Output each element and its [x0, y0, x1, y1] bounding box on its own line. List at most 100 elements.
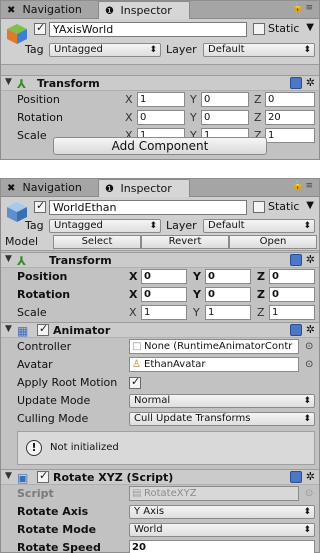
layer-label: Layer	[166, 43, 197, 56]
position-x-field[interactable]: 0	[141, 269, 187, 284]
tag-dropdown[interactable]: Untagged ⬍	[49, 43, 161, 57]
gameobject-name-field[interactable]: WorldEthan	[49, 200, 247, 215]
component-menu[interactable]: ✲	[289, 76, 315, 89]
rotation-x-field[interactable]: 0	[137, 110, 185, 125]
model-open-button[interactable]: Open	[229, 235, 317, 249]
tab-inspector[interactable]: ❶ Inspector	[98, 1, 190, 19]
rotate-speed-field[interactable]: 20	[129, 540, 315, 553]
script-row-axis: Rotate Axis Y Axis ⬍	[1, 503, 319, 521]
static-dropdown-icon[interactable]: ▼	[306, 200, 314, 211]
scale-z-field[interactable]: 1	[265, 128, 315, 143]
transform-row-rotation: Rotation X 0 Y 0 Z 0	[1, 286, 319, 304]
info-icon: !	[26, 440, 42, 456]
scale-z-field[interactable]: 1	[269, 305, 315, 320]
animator-row-culling-mode: Culling Mode Cull Update Transforms ⬍	[1, 410, 319, 428]
active-checkbox[interactable]	[34, 199, 46, 213]
help-book-icon[interactable]	[289, 471, 302, 483]
model-select-button[interactable]: Select	[53, 235, 141, 249]
chevron-icon: ⬍	[303, 525, 311, 535]
foldout-arrow-icon[interactable]: ▼	[5, 254, 12, 264]
gameobject-header: WorldEthan Static ▼ Tag Untagged⬍ Layer …	[1, 197, 319, 251]
gear-icon[interactable]: ✲	[306, 76, 315, 89]
component-menu[interactable]: ✲	[289, 323, 315, 336]
tab-navigation[interactable]: ✖ Navigation	[1, 1, 97, 19]
navigation-icon: ✖	[7, 5, 16, 16]
script-icon: ▣	[17, 471, 29, 485]
rotate-axis-dropdown[interactable]: Y Axis ⬍	[129, 505, 315, 519]
transform-row-scale: Scale X 1 Y 1 Z 1	[1, 304, 319, 322]
position-z-field[interactable]: 0	[269, 269, 315, 284]
transform-icon: ⅄	[17, 254, 27, 268]
model-revert-button[interactable]: Revert	[141, 235, 229, 249]
animator-header[interactable]: ▼ ▦ Animator ✲	[1, 322, 319, 338]
rotation-y-field[interactable]: 0	[201, 110, 249, 125]
add-component-button[interactable]: Add Component	[53, 137, 267, 155]
gear-icon[interactable]: ✲	[306, 470, 315, 483]
update-mode-dropdown[interactable]: Normal ⬍	[129, 394, 315, 408]
gameobject-name-field[interactable]: YAxisWorld	[49, 22, 247, 37]
layer-dropdown[interactable]: Default ⬍	[203, 43, 315, 57]
rotation-z-field[interactable]: 0	[269, 287, 315, 302]
tag-dropdown[interactable]: Untagged ⬍	[49, 219, 161, 233]
script-row-mode: Rotate Mode World ⬍	[1, 521, 319, 539]
tab-inspector[interactable]: ❶ Inspector	[98, 179, 190, 197]
rotation-z-field[interactable]: 20	[265, 110, 315, 125]
culling-mode-dropdown[interactable]: Cull Update Transforms ⬍	[129, 412, 315, 426]
tag-label: Tag	[25, 43, 44, 56]
transform-row-position: Position X 0 Y 0 Z 0	[1, 268, 319, 286]
position-y-field[interactable]: 0	[201, 92, 249, 107]
object-picker-icon[interactable]: ⊙	[305, 359, 313, 370]
rotation-x-field[interactable]: 0	[141, 287, 187, 302]
script-asset-icon: ▤	[132, 488, 142, 499]
gear-icon[interactable]: ✲	[306, 253, 315, 266]
static-checkbox[interactable]	[253, 23, 265, 35]
position-x-field[interactable]: 1	[137, 92, 185, 107]
foldout-arrow-icon[interactable]: ▼	[5, 324, 12, 334]
chevron-icon: ⬍	[303, 414, 311, 424]
static-dropdown-icon[interactable]: ▼	[306, 22, 314, 33]
static-checkbox[interactable]	[253, 201, 265, 213]
transform-row-position: Position X 1 Y 0 Z 0	[1, 91, 319, 109]
gear-icon[interactable]: ✲	[306, 323, 315, 336]
tab-navigation[interactable]: ✖ Navigation	[1, 179, 97, 197]
rotate-script-header[interactable]: ▼ ▣ Rotate XYZ (Script) ✲	[1, 469, 319, 485]
transform-header[interactable]: ▼ ⅄ Transform ✲	[1, 252, 319, 268]
component-title: Transform	[37, 77, 100, 90]
script-enabled-checkbox[interactable]	[37, 469, 49, 483]
help-box: ! Not initialized	[17, 431, 315, 465]
component-menu[interactable]: ✲	[289, 253, 315, 266]
animator-icon: ▦	[17, 324, 29, 338]
help-book-icon[interactable]	[289, 254, 302, 266]
transform-icon: ⅄	[17, 77, 27, 91]
layer-dropdown[interactable]: Default ⬍	[203, 219, 315, 233]
scale-x-field[interactable]: 1	[141, 305, 187, 320]
tab-bar: ✖ Navigation ❶ Inspector 🔒≡	[1, 179, 319, 197]
transform-header[interactable]: ▼ ⅄ Transform ✲	[1, 75, 319, 91]
tab-bar: ✖ Navigation ❶ Inspector 🔒≡	[1, 1, 319, 19]
avatar-icon: ♙	[132, 359, 141, 370]
help-book-icon[interactable]	[289, 324, 302, 336]
position-z-field[interactable]: 0	[265, 92, 315, 107]
script-row-script: Script ▤ RotateXYZ ⊙	[17, 486, 314, 501]
component-title: Transform	[49, 254, 112, 267]
apply-root-motion-checkbox[interactable]	[129, 375, 141, 389]
object-picker-icon[interactable]: ⊙	[305, 341, 313, 352]
scale-y-field[interactable]: 1	[205, 305, 251, 320]
script-field: ▤ RotateXYZ	[129, 486, 299, 501]
inspector-panel-yaxisworld: ✖ Navigation ❶ Inspector 🔒≡ YAxisWorld S…	[0, 0, 320, 160]
lock-menu-icon[interactable]: 🔒≡	[292, 3, 315, 13]
component-menu[interactable]: ✲	[289, 470, 315, 483]
position-y-field[interactable]: 0	[205, 269, 251, 284]
lock-menu-icon[interactable]: 🔒≡	[292, 181, 315, 191]
rotation-y-field[interactable]: 0	[205, 287, 251, 302]
foldout-arrow-icon[interactable]: ▼	[5, 77, 12, 87]
foldout-arrow-icon[interactable]: ▼	[5, 471, 12, 481]
help-book-icon[interactable]	[289, 77, 302, 89]
rotate-mode-dropdown[interactable]: World ⬍	[129, 523, 315, 537]
active-checkbox[interactable]	[34, 21, 46, 35]
script-row-speed: Rotate Speed 20	[1, 539, 319, 553]
animator-enabled-checkbox[interactable]	[37, 322, 49, 336]
avatar-field[interactable]: ♙ EthanAvatar	[129, 357, 299, 372]
controller-field[interactable]: □ None (RuntimeAnimatorContr	[129, 339, 299, 354]
navigation-icon: ✖	[7, 183, 16, 194]
